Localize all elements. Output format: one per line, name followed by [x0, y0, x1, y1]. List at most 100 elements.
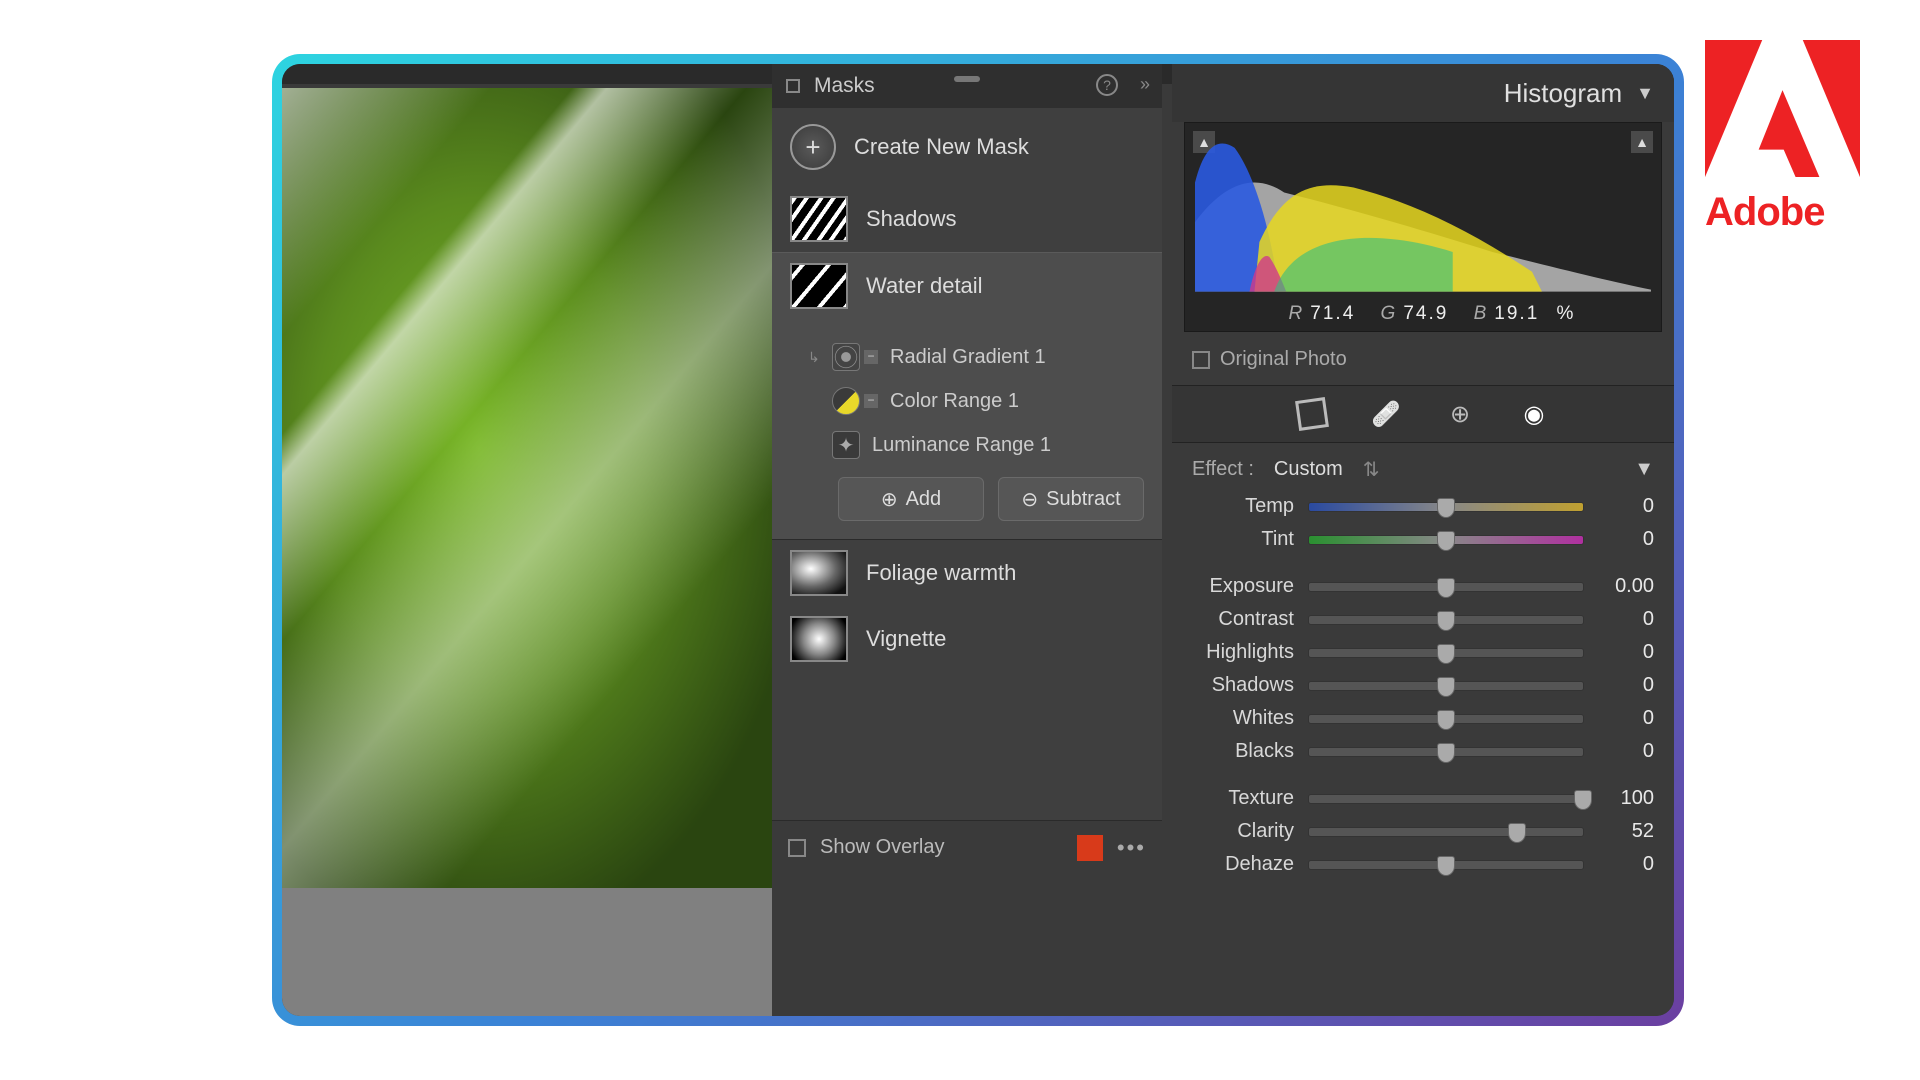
slider-label: Tint [1192, 528, 1294, 551]
effect-header[interactable]: Effect : Custom ⇅ ▼ [1172, 443, 1674, 490]
subtract-icon: ⊖ [1021, 487, 1038, 512]
slider-whites[interactable]: Whites 0 [1172, 702, 1674, 735]
mask-thumbnail [790, 550, 848, 596]
slider-knob[interactable] [1437, 856, 1455, 876]
slider-exposure[interactable]: Exposure0.00 [1172, 570, 1674, 603]
sub-mask-color-range[interactable]: − Color Range 1 [808, 379, 1144, 423]
effect-preset[interactable]: Custom [1274, 458, 1343, 481]
drag-handle-icon[interactable] [954, 76, 980, 82]
histogram-header[interactable]: Histogram ▼ [1172, 64, 1674, 122]
app-window: Masks ? » + Create New Mask Shadows Wate… [272, 54, 1684, 1026]
slider-label: Temp [1192, 495, 1294, 518]
slider-knob[interactable] [1437, 531, 1455, 551]
slider-track[interactable] [1308, 827, 1584, 837]
slider-track[interactable] [1308, 502, 1584, 512]
slider-label: Contrast [1192, 608, 1294, 631]
slider-value: 0 [1598, 674, 1654, 697]
histogram-chart[interactable]: ▲ ▲ R71.4 G74.9 B19.1 % [1184, 122, 1662, 332]
masking-tool-icon[interactable]: ◉ [1519, 399, 1549, 429]
masks-title: Masks [814, 74, 875, 98]
slider-value: 0 [1598, 707, 1654, 730]
subtract-mask-button[interactable]: ⊖ Subtract [998, 477, 1144, 521]
overlay-color-swatch[interactable] [1077, 835, 1103, 861]
slider-label: Dehaze [1192, 853, 1294, 876]
slider-label: Highlights [1192, 641, 1294, 664]
redeye-tool-icon[interactable]: ⊕ [1445, 399, 1475, 429]
preset-updown-icon[interactable]: ⇅ [1363, 457, 1380, 482]
slider-knob[interactable] [1437, 710, 1455, 730]
slider-value: 0 [1598, 608, 1654, 631]
create-new-mask-button[interactable]: + Create New Mask [772, 108, 1162, 186]
slider-label: Clarity [1192, 820, 1294, 843]
slider-highlights[interactable]: Highlights 0 [1172, 636, 1674, 669]
slider-track[interactable] [1308, 582, 1584, 592]
slider-contrast[interactable]: Contrast 0 [1172, 603, 1674, 636]
crop-tool-icon[interactable] [1297, 399, 1327, 429]
photo-canvas[interactable] [282, 88, 772, 1016]
slider-value: 0 [1598, 495, 1654, 518]
slider-label: Shadows [1192, 674, 1294, 697]
slider-clarity[interactable]: Clarity52 [1172, 815, 1674, 848]
show-overlay-label: Show Overlay [820, 836, 1063, 859]
slider-track[interactable] [1308, 615, 1584, 625]
slider-track[interactable] [1308, 648, 1584, 658]
slider-knob[interactable] [1437, 644, 1455, 664]
mask-sub-items: ↳ − Radial Gradient 1 − Color Range 1 Lu… [790, 335, 1144, 521]
right-panel: Histogram ▼ ▲ ▲ R71.4 G74.9 B19.1 % [1172, 64, 1674, 1016]
original-photo-toggle[interactable]: Original Photo [1172, 342, 1674, 385]
slider-label: Whites [1192, 707, 1294, 730]
more-options-icon[interactable]: ••• [1117, 835, 1146, 861]
mask-item-foliage-warmth[interactable]: Foliage warmth [772, 540, 1162, 606]
masks-panel-header[interactable]: Masks ? » [772, 64, 1162, 108]
slider-knob[interactable] [1574, 790, 1592, 810]
triangle-down-icon: ▼ [1636, 83, 1654, 104]
slider-tint[interactable]: Tint 0 [1172, 523, 1674, 556]
slider-shadows[interactable]: Shadows 0 [1172, 669, 1674, 702]
indent-arrow-icon: ↳ [808, 349, 820, 366]
mask-thumbnail [790, 616, 848, 662]
healing-tool-icon[interactable]: 🩹 [1371, 399, 1401, 429]
slider-knob[interactable] [1508, 823, 1526, 843]
slider-knob[interactable] [1437, 611, 1455, 631]
mask-item-shadows[interactable]: Shadows [772, 186, 1162, 252]
slider-track[interactable] [1308, 794, 1584, 804]
slider-track[interactable] [1308, 681, 1584, 691]
slider-value: 0 [1598, 853, 1654, 876]
photo-image [282, 88, 772, 888]
slider-track[interactable] [1308, 714, 1584, 724]
collapse-icon[interactable]: » [1140, 74, 1150, 95]
slider-blacks[interactable]: Blacks 0 [1172, 735, 1674, 768]
add-mask-button[interactable]: ⊕ Add [838, 477, 984, 521]
slider-value: 0.00 [1598, 575, 1654, 598]
slider-texture[interactable]: Texture100 [1172, 782, 1674, 815]
sub-mask-radial-gradient[interactable]: ↳ − Radial Gradient 1 [808, 335, 1144, 379]
slider-track[interactable] [1308, 860, 1584, 870]
pin-icon[interactable] [786, 79, 800, 93]
slider-value: 0 [1598, 641, 1654, 664]
slider-track[interactable] [1308, 535, 1584, 545]
slider-knob[interactable] [1437, 743, 1455, 763]
original-photo-checkbox[interactable] [1192, 351, 1210, 369]
help-icon[interactable]: ? [1096, 74, 1118, 96]
slider-dehaze[interactable]: Dehaze 0 [1172, 848, 1674, 881]
slider-knob[interactable] [1437, 498, 1455, 518]
slider-temp[interactable]: Temp 0 [1172, 490, 1674, 523]
slider-label: Blacks [1192, 740, 1294, 763]
show-overlay-checkbox[interactable] [788, 839, 806, 857]
slider-track[interactable] [1308, 747, 1584, 757]
triangle-down-icon[interactable]: ▼ [1634, 458, 1654, 481]
tool-strip: 🩹 ⊕ ◉ [1172, 385, 1674, 443]
mask-item-water-detail[interactable]: Water detail ↳ − Radial Gradient 1 − Col… [772, 252, 1162, 540]
slider-knob[interactable] [1437, 578, 1455, 598]
radial-gradient-icon [832, 343, 860, 371]
slider-value: 0 [1598, 740, 1654, 763]
mask-thumbnail [790, 196, 848, 242]
luminance-range-icon [832, 431, 860, 459]
slider-knob[interactable] [1437, 677, 1455, 697]
slider-value: 0 [1598, 528, 1654, 551]
mask-item-vignette[interactable]: Vignette [772, 606, 1162, 672]
slider-label: Texture [1192, 787, 1294, 810]
sub-mask-luminance-range[interactable]: Luminance Range 1 [808, 423, 1144, 467]
add-icon: ⊕ [881, 487, 898, 512]
overlay-controls: Show Overlay ••• [772, 820, 1162, 874]
